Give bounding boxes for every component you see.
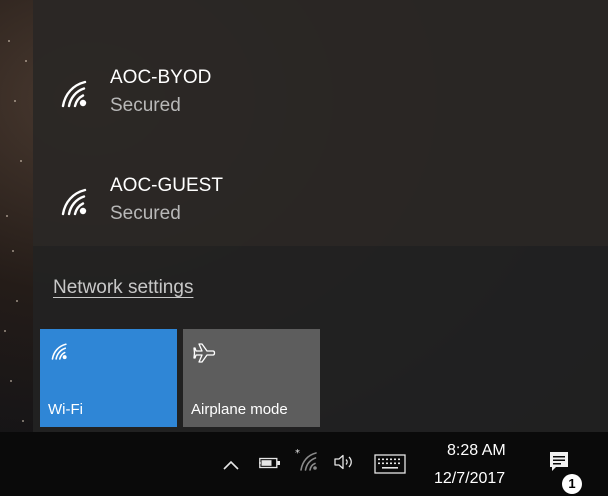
- airplane-icon: [193, 343, 216, 363]
- keyboard-icon[interactable]: [374, 454, 406, 479]
- network-status: Secured: [110, 203, 181, 224]
- clock-date[interactable]: 12/7/2017: [434, 470, 505, 488]
- network-settings-link[interactable]: Network settings: [53, 277, 193, 299]
- clock-time[interactable]: 8:28 AM: [447, 442, 506, 460]
- wifi-signal-icon: [61, 188, 87, 216]
- taskbar: * 8:28 AM 12/7/2017 1: [0, 432, 608, 496]
- wifi-tile-label: Wi-Fi: [48, 401, 83, 418]
- network-status: Secured: [110, 95, 181, 116]
- wifi-toggle-tile[interactable]: Wi-Fi: [40, 329, 177, 427]
- chevron-up-icon[interactable]: [222, 454, 240, 477]
- svg-text:*: *: [295, 448, 300, 459]
- wifi-icon: [51, 343, 67, 360]
- notification-count-badge: 1: [562, 474, 582, 494]
- network-item-aoc-byod[interactable]: AOC-BYOD Secured: [33, 54, 608, 162]
- network-name: AOC-BYOD: [110, 67, 212, 88]
- volume-icon[interactable]: [333, 454, 357, 475]
- wifi-signal-icon: [61, 80, 87, 108]
- network-item-aoc-guest[interactable]: AOC-GUEST Secured: [33, 162, 608, 270]
- network-flyout: AOC-BYOD Secured AOC-GUEST Secured Netwo…: [33, 0, 608, 432]
- airplane-tile-label: Airplane mode: [191, 401, 288, 418]
- airplane-mode-tile[interactable]: Airplane mode: [183, 329, 320, 427]
- wifi-tray-icon[interactable]: *: [295, 447, 321, 476]
- battery-icon[interactable]: [258, 456, 281, 474]
- network-name: AOC-GUEST: [110, 175, 223, 196]
